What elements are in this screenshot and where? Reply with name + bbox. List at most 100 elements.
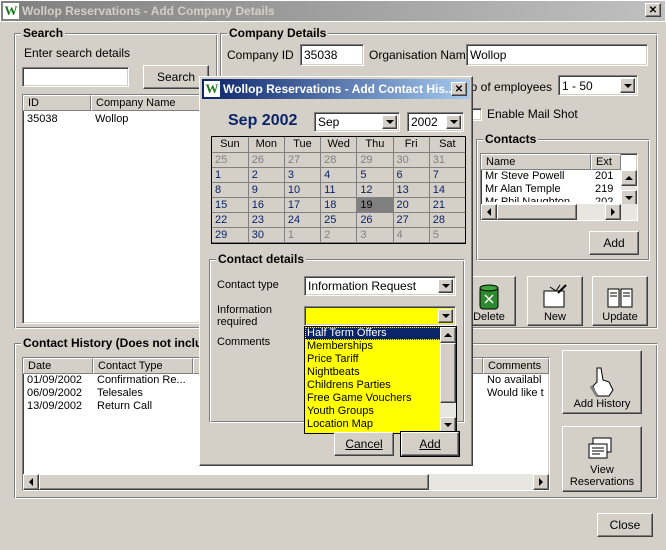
contacts-vscroll[interactable]	[621, 170, 637, 206]
calendar-day[interactable]: 23	[248, 212, 285, 228]
scroll-left-icon[interactable]	[23, 474, 39, 490]
dropdown-option[interactable]: Memberships	[305, 340, 441, 353]
year-select[interactable]: 2002	[407, 112, 464, 132]
add-history-button[interactable]: Add History	[562, 350, 642, 414]
chevron-down-icon[interactable]	[438, 279, 453, 293]
calendar-day[interactable]: 29	[356, 152, 394, 168]
table-row[interactable]: Mr Phil Naughton 202	[481, 196, 637, 202]
add-contact-button[interactable]: Add	[589, 231, 639, 255]
col-header-contact-type[interactable]: Contact Type	[93, 358, 193, 374]
calendar-day[interactable]: 30	[248, 227, 285, 243]
calendar-day[interactable]: 11	[320, 182, 358, 198]
calendar-day[interactable]: 29	[212, 227, 249, 243]
calendar-day[interactable]: 8	[212, 182, 249, 198]
search-input[interactable]	[22, 67, 129, 87]
scroll-down-icon[interactable]	[440, 417, 456, 433]
scroll-thumb[interactable]	[497, 204, 577, 220]
calendar-day[interactable]: 2	[320, 227, 358, 243]
calendar-day[interactable]: 12	[356, 182, 394, 198]
scroll-up-icon[interactable]	[440, 327, 456, 343]
calendar-day[interactable]: 26	[248, 152, 285, 168]
calendar-day[interactable]: 3	[356, 227, 394, 243]
calendar-day[interactable]: 5	[429, 227, 465, 243]
col-header-ext[interactable]: Ext	[591, 154, 621, 170]
col-header-name[interactable]: Name	[481, 154, 591, 170]
main-close-button[interactable]: ✕	[645, 3, 661, 17]
col-header-id[interactable]: ID	[23, 95, 91, 111]
calendar-day[interactable]: 21	[429, 197, 465, 213]
scroll-right-icon[interactable]	[533, 474, 549, 490]
calendar-day[interactable]: 22	[212, 212, 249, 228]
calendar-day[interactable]: 20	[393, 197, 430, 213]
calendar-day[interactable]: 31	[429, 152, 465, 168]
org-name-field[interactable]: Wollop	[466, 44, 648, 66]
scroll-left-icon[interactable]	[481, 204, 497, 220]
calendar-day[interactable]: 7	[429, 167, 465, 183]
calendar-day[interactable]: 6	[393, 167, 430, 183]
table-row[interactable]: Mr Steve Powell 201	[481, 170, 637, 183]
month-select[interactable]: Sep	[314, 112, 400, 132]
calendar-day[interactable]: 25	[320, 212, 358, 228]
close-button[interactable]: Close	[597, 513, 653, 537]
chevron-down-icon[interactable]	[438, 309, 453, 323]
calendar-day[interactable]: 5	[356, 167, 394, 183]
calendar-day[interactable]: 15	[212, 197, 249, 213]
calendar-day[interactable]: 9	[248, 182, 285, 198]
calendar-day[interactable]: 16	[248, 197, 285, 213]
contact-type-select[interactable]: Information Request	[304, 276, 456, 296]
scroll-thumb[interactable]	[440, 343, 456, 403]
dropdown-vscroll[interactable]	[440, 327, 456, 433]
dropdown-option[interactable]: Childrens Parties	[305, 379, 441, 392]
chevron-down-icon[interactable]	[620, 78, 635, 93]
calendar-day[interactable]: 10	[284, 182, 322, 198]
calendar-day[interactable]: 24	[284, 212, 322, 228]
dropdown-option[interactable]: Half Term Offers	[305, 327, 441, 340]
dropdown-option[interactable]: Price Tariff	[305, 353, 441, 366]
calendar-day[interactable]: 28	[429, 212, 465, 228]
history-type-cell: Confirmation Re...	[97, 374, 186, 386]
dialog-add-button[interactable]: Add	[400, 431, 460, 457]
company-id-field[interactable]: 35038	[300, 44, 364, 66]
calendar-day[interactable]: 14	[429, 182, 465, 198]
update-button[interactable]: Update	[592, 276, 648, 326]
col-header-comments[interactable]: Comments	[483, 358, 549, 374]
open-book-icon	[607, 288, 633, 308]
calendar-day[interactable]: 1	[212, 167, 249, 183]
scroll-thumb[interactable]	[39, 474, 429, 490]
employees-select[interactable]: 1 - 50	[558, 75, 638, 96]
new-button[interactable]: New	[527, 276, 583, 326]
calendar-day[interactable]: 4	[393, 227, 430, 243]
table-row[interactable]: 35038 Wollop	[23, 113, 211, 126]
table-row[interactable]: Mr Alan Temple 219	[481, 183, 637, 196]
calendar-day[interactable]: 27	[393, 212, 430, 228]
col-header-date[interactable]: Date	[23, 358, 93, 374]
view-reservations-button[interactable]: View Reservations	[562, 426, 642, 492]
calendar-day[interactable]: 25	[212, 152, 249, 168]
info-required-select[interactable]	[304, 306, 456, 326]
dropdown-option[interactable]: Free Game Vouchers	[305, 392, 441, 405]
col-header-company-name[interactable]: Company Name	[91, 95, 211, 111]
scroll-up-icon[interactable]	[621, 170, 637, 186]
dialog-close-button[interactable]: ✕	[451, 82, 467, 96]
calendar-day[interactable]: 3	[284, 167, 322, 183]
calendar-day[interactable]: 13	[393, 182, 430, 198]
calendar-day[interactable]: 17	[284, 197, 322, 213]
history-hscroll[interactable]	[23, 474, 549, 490]
calendar-day[interactable]: 1	[284, 227, 322, 243]
calendar-day[interactable]: 28	[320, 152, 358, 168]
chevron-down-icon[interactable]	[382, 115, 397, 129]
calendar-day[interactable]: 27	[284, 152, 322, 168]
dropdown-option[interactable]: Youth Groups	[305, 405, 441, 418]
dropdown-option[interactable]: Location Map	[305, 418, 441, 431]
calendar-day[interactable]: 30	[393, 152, 430, 168]
scroll-right-icon[interactable]	[605, 204, 621, 220]
calendar-day[interactable]: 19	[356, 197, 394, 213]
calendar-day[interactable]: 18	[320, 197, 358, 213]
dropdown-option[interactable]: Nightbeats	[305, 366, 441, 379]
calendar-day[interactable]: 2	[248, 167, 285, 183]
chevron-down-icon[interactable]	[446, 115, 461, 129]
calendar-day[interactable]: 4	[320, 167, 358, 183]
cancel-button[interactable]: Cancel	[334, 432, 394, 456]
calendar-day[interactable]: 26	[356, 212, 394, 228]
contacts-hscroll[interactable]	[481, 204, 637, 220]
